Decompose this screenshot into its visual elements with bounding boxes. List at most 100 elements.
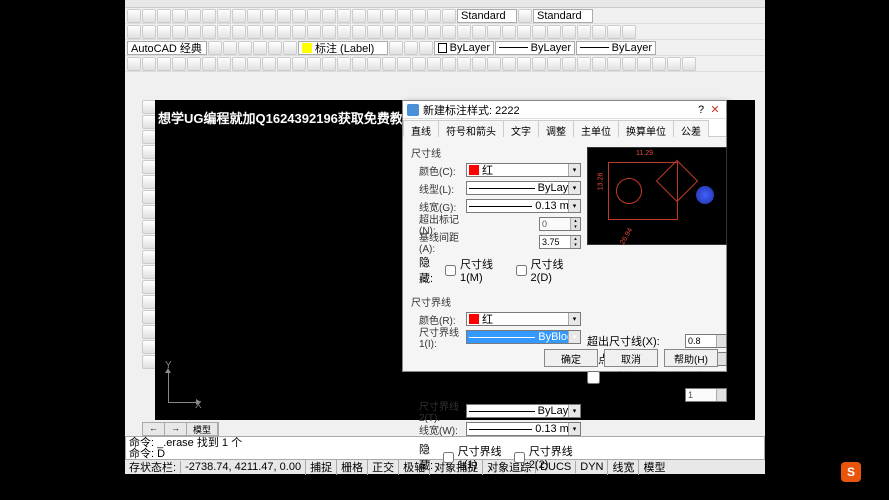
toolbar-icon[interactable] bbox=[382, 25, 396, 39]
toolbar-icon[interactable] bbox=[502, 57, 516, 71]
toolbar-icon[interactable] bbox=[247, 25, 261, 39]
toolbar-icon[interactable] bbox=[322, 57, 336, 71]
spin-down-icon[interactable] bbox=[716, 395, 726, 401]
extend-spinner[interactable]: ▴▾ bbox=[539, 217, 581, 231]
toolbar-icon[interactable] bbox=[232, 57, 246, 71]
toolbar-icon[interactable] bbox=[457, 57, 471, 71]
extline2-linetype-combo[interactable]: ByLayer▾ bbox=[466, 404, 581, 418]
toolbar-icon[interactable] bbox=[277, 9, 291, 23]
toolbar-icon[interactable] bbox=[652, 57, 666, 71]
draw-tool-icon[interactable] bbox=[142, 280, 156, 294]
fixed-length-check[interactable] bbox=[587, 371, 600, 384]
tab-primary[interactable]: 主单位 bbox=[573, 120, 619, 137]
suppress-ext2-check[interactable] bbox=[514, 452, 525, 463]
toolbar-icon[interactable] bbox=[157, 9, 171, 23]
toolbar-icon[interactable] bbox=[292, 9, 306, 23]
tab-model[interactable]: 模型 bbox=[187, 423, 218, 435]
ime-sogou-icon[interactable]: S bbox=[841, 462, 861, 482]
toolbar-icon[interactable] bbox=[217, 25, 231, 39]
toolbar-icon[interactable] bbox=[547, 25, 561, 39]
toolbar-icon[interactable] bbox=[427, 25, 441, 39]
toolbar-icon[interactable] bbox=[253, 41, 267, 55]
toolbar-icon[interactable] bbox=[337, 57, 351, 71]
toggle-ortho[interactable]: 正交 bbox=[367, 459, 398, 475]
lineweight-combo[interactable]: ByLayer bbox=[576, 41, 656, 55]
toolbar-icon[interactable] bbox=[622, 57, 636, 71]
toolbar-icon[interactable] bbox=[307, 9, 321, 23]
toolbar-icon[interactable] bbox=[352, 25, 366, 39]
toolbar-icon[interactable] bbox=[217, 9, 231, 23]
linetype-combo[interactable]: ByLayer bbox=[495, 41, 575, 55]
toolbar-icon[interactable] bbox=[172, 25, 186, 39]
dimline-linetype-combo[interactable]: ByLayer▾ bbox=[466, 181, 581, 195]
suppress-ext1-check[interactable] bbox=[443, 452, 454, 463]
tab-next[interactable]: → bbox=[165, 423, 187, 435]
toolbar-icon[interactable] bbox=[283, 41, 297, 55]
toolbar-icon[interactable] bbox=[427, 57, 441, 71]
toolbar-icon[interactable] bbox=[277, 25, 291, 39]
extend-input[interactable] bbox=[540, 218, 570, 230]
draw-tool-icon[interactable] bbox=[142, 340, 156, 354]
toolbar-icon[interactable] bbox=[367, 57, 381, 71]
toolbar-icon[interactable] bbox=[247, 9, 261, 23]
extline-color-combo[interactable]: 红▾ bbox=[466, 312, 581, 326]
toolbar-icon[interactable] bbox=[142, 25, 156, 39]
toolbar-icon[interactable] bbox=[172, 57, 186, 71]
toolbar-icon[interactable] bbox=[268, 41, 282, 55]
toolbar-icon[interactable] bbox=[142, 9, 156, 23]
toolbar-icon[interactable] bbox=[367, 9, 381, 23]
toggle-grid[interactable]: 栅格 bbox=[336, 459, 367, 475]
toolbar-icon[interactable] bbox=[367, 25, 381, 39]
toolbar-icon[interactable] bbox=[592, 57, 606, 71]
toolbar-icon[interactable] bbox=[502, 25, 516, 39]
draw-tool-icon[interactable] bbox=[142, 235, 156, 249]
toolbar-icon[interactable] bbox=[518, 9, 532, 23]
extline1-linetype-combo[interactable]: ByBlock▾ bbox=[466, 330, 581, 344]
draw-tool-icon[interactable] bbox=[142, 220, 156, 234]
spacing-spinner[interactable]: ▴▾ bbox=[539, 235, 581, 249]
toolbar-icon[interactable] bbox=[532, 25, 546, 39]
toolbar-icon[interactable] bbox=[337, 25, 351, 39]
toolbar-icon[interactable] bbox=[412, 57, 426, 71]
extline-lineweight-combo[interactable]: 0.13 mm▾ bbox=[466, 422, 581, 436]
dimstyle-combo[interactable]: Standard bbox=[533, 9, 593, 23]
toolbar-icon[interactable] bbox=[247, 57, 261, 71]
tab-fit[interactable]: 调整 bbox=[538, 120, 574, 137]
toolbar-icon[interactable] bbox=[262, 9, 276, 23]
toolbar-icon[interactable] bbox=[127, 25, 141, 39]
spin-down-icon[interactable] bbox=[716, 341, 726, 347]
toolbar-icon[interactable] bbox=[382, 9, 396, 23]
toolbar-icon[interactable] bbox=[607, 25, 621, 39]
toolbar-icon[interactable] bbox=[442, 9, 456, 23]
draw-tool-icon[interactable] bbox=[142, 325, 156, 339]
toolbar-icon[interactable] bbox=[562, 57, 576, 71]
toolbar-icon[interactable] bbox=[322, 9, 336, 23]
dimline-color-combo[interactable]: 红▾ bbox=[466, 163, 581, 177]
toolbar-icon[interactable] bbox=[262, 57, 276, 71]
toolbar-icon[interactable] bbox=[292, 25, 306, 39]
draw-tool-icon[interactable] bbox=[142, 205, 156, 219]
dimline-lineweight-combo[interactable]: 0.13 mm▾ bbox=[466, 199, 581, 213]
toolbar-icon[interactable] bbox=[517, 57, 531, 71]
draw-tool-icon[interactable] bbox=[142, 295, 156, 309]
toolbar-icon[interactable] bbox=[127, 9, 141, 23]
toolbar-icon[interactable] bbox=[547, 57, 561, 71]
extend-beyond-spinner[interactable] bbox=[685, 334, 727, 348]
spin-down-icon[interactable]: ▾ bbox=[570, 242, 580, 248]
toolbar-icon[interactable] bbox=[442, 25, 456, 39]
draw-tool-icon[interactable] bbox=[142, 145, 156, 159]
close-button[interactable]: ✕ bbox=[708, 103, 722, 117]
toolbar-icon[interactable] bbox=[442, 57, 456, 71]
color-combo[interactable]: ByLayer bbox=[434, 41, 494, 55]
toolbar-icon[interactable] bbox=[157, 57, 171, 71]
toolbar-icon[interactable] bbox=[682, 57, 696, 71]
toolbar-icon[interactable] bbox=[157, 25, 171, 39]
toolbar-icon[interactable] bbox=[262, 25, 276, 39]
tab-tolerance[interactable]: 公差 bbox=[673, 120, 709, 137]
suppress-dim2-check[interactable] bbox=[516, 265, 527, 276]
suppress-dim1-check[interactable] bbox=[445, 265, 456, 276]
help-button[interactable]: 帮助(H) bbox=[664, 349, 718, 367]
toolbar-icon[interactable] bbox=[223, 41, 237, 55]
draw-tool-icon[interactable] bbox=[142, 265, 156, 279]
toolbar-icon[interactable] bbox=[412, 9, 426, 23]
